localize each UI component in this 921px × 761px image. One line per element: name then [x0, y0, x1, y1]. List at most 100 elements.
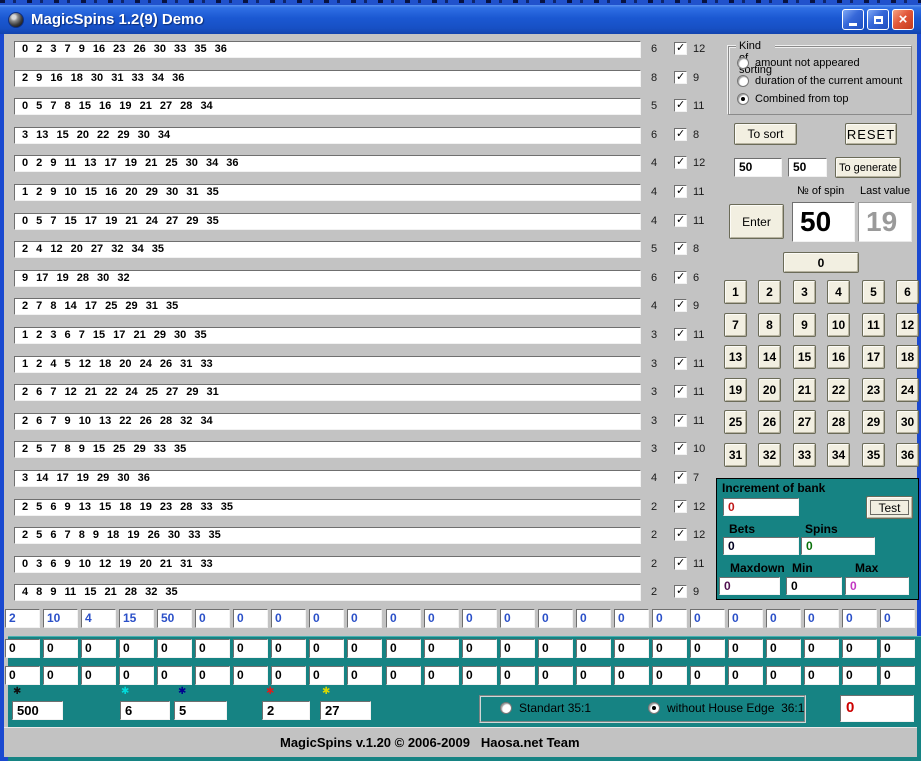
stat-cell[interactable]: 15 [119, 609, 154, 628]
numpad-button-23[interactable]: 23 [862, 378, 885, 402]
row-checkbox[interactable] [674, 385, 687, 398]
stat-cell[interactable]: 2 [5, 609, 40, 628]
spin-sequence-field[interactable]: 1 2 3 6 7 15 17 21 29 30 35 [14, 327, 641, 344]
numpad-button-16[interactable]: 16 [827, 345, 850, 369]
stat-cell[interactable]: 0 [766, 609, 801, 628]
row-checkbox[interactable] [674, 299, 687, 312]
stat-cell[interactable]: 0 [538, 639, 573, 658]
stat-cell[interactable]: 0 [652, 666, 687, 685]
spins-field[interactable]: 0 [801, 537, 875, 555]
to-sort-button[interactable]: To sort [734, 123, 797, 145]
row-checkbox[interactable] [674, 214, 687, 227]
red-chip-field[interactable]: 2 [262, 701, 310, 720]
stat-cell[interactable]: 0 [119, 639, 154, 658]
radio-icon[interactable] [737, 93, 749, 105]
stat-cell[interactable]: 0 [690, 609, 725, 628]
row-checkbox[interactable] [674, 99, 687, 112]
stat-cell[interactable]: 0 [766, 639, 801, 658]
navy-chip-field[interactable]: 5 [174, 701, 227, 720]
row-checkbox[interactable] [674, 442, 687, 455]
numpad-button-15[interactable]: 15 [793, 345, 816, 369]
row-checkbox[interactable] [674, 156, 687, 169]
spin-sequence-field[interactable]: 1 2 9 10 15 16 20 29 30 31 35 [14, 184, 641, 201]
stat-cell[interactable]: 0 [195, 666, 230, 685]
numpad-button-28[interactable]: 28 [827, 410, 850, 434]
spin-sequence-field[interactable]: 3 14 17 19 29 30 36 [14, 470, 641, 487]
stat-cell[interactable]: 0 [386, 666, 421, 685]
min-field[interactable]: 0 [786, 577, 842, 595]
numpad-button-3[interactable]: 3 [793, 280, 816, 304]
numpad-button-14[interactable]: 14 [758, 345, 781, 369]
stat-cell[interactable]: 0 [424, 666, 459, 685]
spin-sequence-field[interactable]: 4 8 9 11 15 21 28 32 35 [14, 584, 641, 601]
test-button[interactable]: Test [866, 496, 913, 519]
stat-cell[interactable]: 0 [309, 609, 344, 628]
numpad-button-22[interactable]: 22 [827, 378, 850, 402]
stat-cell[interactable]: 0 [195, 609, 230, 628]
row-checkbox[interactable] [674, 500, 687, 513]
stat-cell[interactable]: 0 [424, 609, 459, 628]
stat-cell[interactable]: 0 [81, 666, 116, 685]
stat-cell[interactable]: 0 [233, 609, 268, 628]
spin-sequence-field[interactable]: 2 6 7 9 10 13 22 26 28 32 34 [14, 413, 641, 430]
radio-icon[interactable] [500, 702, 512, 714]
stat-cell[interactable]: 0 [271, 609, 306, 628]
spin-sequence-field[interactable]: 3 13 15 20 22 29 30 34 [14, 127, 641, 144]
numpad-button-8[interactable]: 8 [758, 313, 781, 337]
numpad-button-27[interactable]: 27 [793, 410, 816, 434]
stat-cell[interactable]: 0 [576, 666, 611, 685]
maxdown-field[interactable]: 0 [719, 577, 780, 595]
spin-number-display[interactable]: 50 [792, 202, 855, 242]
generate-count-input-2[interactable]: 50 [788, 158, 827, 177]
numpad-button-33[interactable]: 33 [793, 443, 816, 467]
row-checkbox[interactable] [674, 242, 687, 255]
stat-cell[interactable]: 0 [271, 666, 306, 685]
spin-sequence-field[interactable]: 2 5 7 8 9 15 25 29 33 35 [14, 441, 641, 458]
stat-cell[interactable]: 0 [462, 639, 497, 658]
numpad-button-6[interactable]: 6 [896, 280, 919, 304]
generate-count-input-1[interactable]: 50 [734, 158, 782, 177]
numpad-button-11[interactable]: 11 [862, 313, 885, 337]
row-checkbox[interactable] [674, 42, 687, 55]
row-checkbox[interactable] [674, 185, 687, 198]
numpad-button-36[interactable]: 36 [896, 443, 919, 467]
numpad-button-32[interactable]: 32 [758, 443, 781, 467]
stat-cell[interactable]: 0 [614, 609, 649, 628]
stat-cell[interactable]: 0 [233, 639, 268, 658]
stat-cell[interactable]: 0 [728, 639, 763, 658]
spin-sequence-field[interactable]: 2 9 16 18 30 31 33 34 36 [14, 70, 641, 87]
enter-button[interactable]: Enter [729, 204, 784, 239]
stat-cell[interactable]: 0 [804, 609, 839, 628]
to-generate-button[interactable]: To generate [835, 157, 901, 178]
stat-cell[interactable]: 0 [842, 639, 877, 658]
payout-option-standart[interactable]: Standart 35:1 [500, 701, 591, 715]
numpad-button-2[interactable]: 2 [758, 280, 781, 304]
row-checkbox[interactable] [674, 557, 687, 570]
row-checkbox[interactable] [674, 328, 687, 341]
stat-cell[interactable]: 0 [347, 666, 382, 685]
row-checkbox[interactable] [674, 271, 687, 284]
numpad-button-9[interactable]: 9 [793, 313, 816, 337]
yellow-chip-field[interactable]: 27 [320, 701, 371, 720]
stat-cell[interactable]: 0 [576, 609, 611, 628]
stat-cell[interactable]: 0 [500, 609, 535, 628]
payout-option-no-house-edge[interactable]: without House Edge 36:1 [648, 701, 804, 715]
numpad-button-7[interactable]: 7 [724, 313, 747, 337]
stat-cell[interactable]: 0 [500, 666, 535, 685]
stat-cell[interactable]: 0 [690, 639, 725, 658]
numpad-button-35[interactable]: 35 [862, 443, 885, 467]
row-checkbox[interactable] [674, 128, 687, 141]
stat-cell[interactable]: 0 [5, 639, 40, 658]
spin-sequence-field[interactable]: 2 5 6 7 8 9 18 19 26 30 33 35 [14, 527, 641, 544]
row-checkbox[interactable] [674, 528, 687, 541]
stat-cell[interactable]: 0 [386, 609, 421, 628]
stat-cell[interactable]: 0 [842, 666, 877, 685]
stat-cell[interactable]: 0 [880, 666, 915, 685]
stat-cell[interactable]: 0 [309, 639, 344, 658]
stat-cell[interactable]: 50 [157, 609, 192, 628]
stat-cell[interactable]: 0 [347, 609, 382, 628]
stat-cell[interactable]: 0 [804, 666, 839, 685]
stat-cell[interactable]: 0 [347, 639, 382, 658]
stat-cell[interactable]: 0 [424, 639, 459, 658]
close-button[interactable]: × [892, 9, 914, 30]
